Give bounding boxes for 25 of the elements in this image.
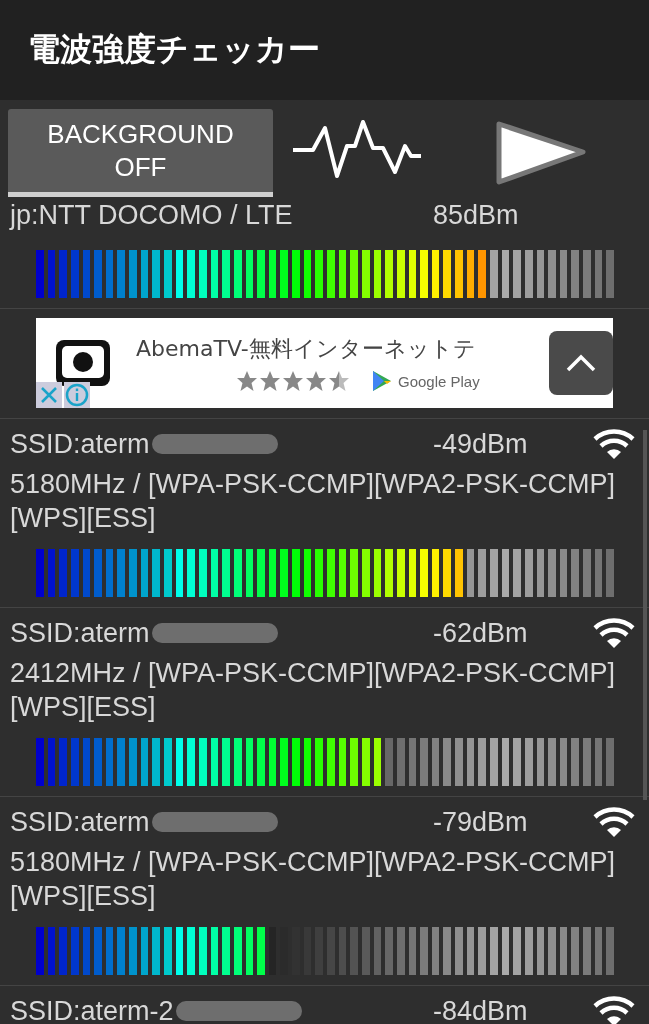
ssid-label: SSID:aterm [10, 428, 150, 460]
ad-title: AbemaTV-無料インターネットテ [136, 335, 477, 363]
signal-strength: 85dBm [433, 199, 520, 231]
network-details: 5180MHz / [WPA-PSK-CCMP][WPA2-PSK-CCMP][WPS][ESS] [10, 846, 617, 913]
carrier-label: jp:NTT DOCOMO / LTE [10, 199, 293, 231]
background-toggle-button[interactable]: BACKGROUND OFF [8, 109, 273, 197]
chevron-up-icon [566, 354, 596, 372]
signal-strength: -49dBm [433, 428, 529, 460]
ad-banner[interactable]: AbemaTV-無料インターネットテ Google Play [36, 318, 613, 408]
ssid-label: SSID:aterm [10, 806, 150, 838]
scroll-up-button[interactable] [549, 331, 613, 395]
store-label: Google Play [398, 372, 480, 390]
wifi-icon [593, 806, 635, 838]
ssid-label: SSID:aterm [10, 617, 150, 649]
wifi-icon [593, 428, 635, 460]
wifi-icon [593, 995, 635, 1024]
signal-strength: -84dBm [433, 995, 529, 1024]
app-title: 電波強度チェッカー [28, 29, 320, 70]
network-details: 5180MHz / [WPA-PSK-CCMP][WPA2-PSK-CCMP][WPS][ESS] [10, 468, 617, 535]
wifi-icon [593, 617, 635, 649]
signal-strength: -79dBm [433, 806, 529, 838]
ssid-label: SSID:aterm-2 [10, 995, 174, 1024]
network-details: 2412MHz / [WPA-PSK-CCMP][WPA2-PSK-CCMP][WPS][ESS] [10, 657, 617, 724]
signal-strength: -62dBm [433, 617, 529, 649]
play-store-icon [372, 370, 392, 392]
